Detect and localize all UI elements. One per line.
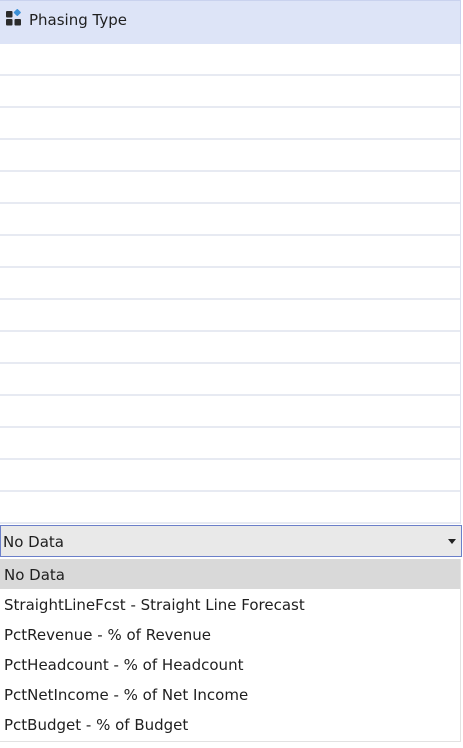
grid-row[interactable] [0,364,460,396]
dropdown-option[interactable]: PctHeadcount - % of Headcount [0,649,460,679]
column-header[interactable]: Phasing Type [0,0,461,44]
column-header-label: Phasing Type [29,11,127,29]
grid-body [0,44,461,524]
dropdown-option-label: PctRevenue - % of Revenue [4,626,212,644]
grid-row[interactable] [0,492,460,524]
phasing-type-panel: Phasing Type No Data No Data StraightLine… [0,0,463,748]
chevron-down-icon[interactable] [448,539,456,544]
dropdown-list: No Data StraightLineFcst - Straight Line … [0,559,461,742]
grid-row[interactable] [0,236,460,268]
dropdown-option[interactable]: PctNetIncome - % of Net Income [0,679,460,709]
dropdown-option[interactable]: No Data [0,559,460,589]
field-type-icon [6,9,21,26]
dropdown-option[interactable]: PctBudget - % of Budget [0,709,460,739]
dropdown-option-label: PctHeadcount - % of Headcount [4,656,244,674]
grid-row[interactable] [0,204,460,236]
select-value: No Data [3,533,64,551]
dropdown-option-label: PctNetIncome - % of Net Income [4,686,249,704]
grid-row[interactable] [0,300,460,332]
grid-row[interactable] [0,108,460,140]
grid-row[interactable] [0,396,460,428]
grid-row[interactable] [0,332,460,364]
grid-row[interactable] [0,268,460,300]
grid-row[interactable] [0,76,460,108]
dropdown-option[interactable]: PctRevenue - % of Revenue [0,619,460,649]
dropdown-option-label: StraightLineFcst - Straight Line Forecas… [4,596,305,614]
grid-row[interactable] [0,428,460,460]
grid-row[interactable] [0,44,460,76]
phasing-type-select[interactable]: No Data [0,525,462,557]
grid-row[interactable] [0,460,460,492]
grid-row[interactable] [0,172,460,204]
dropdown-option-label: No Data [4,566,65,584]
dropdown-option[interactable]: StraightLineFcst - Straight Line Forecas… [0,589,460,619]
dropdown-option-label: PctBudget - % of Budget [4,716,189,734]
grid-row[interactable] [0,140,460,172]
